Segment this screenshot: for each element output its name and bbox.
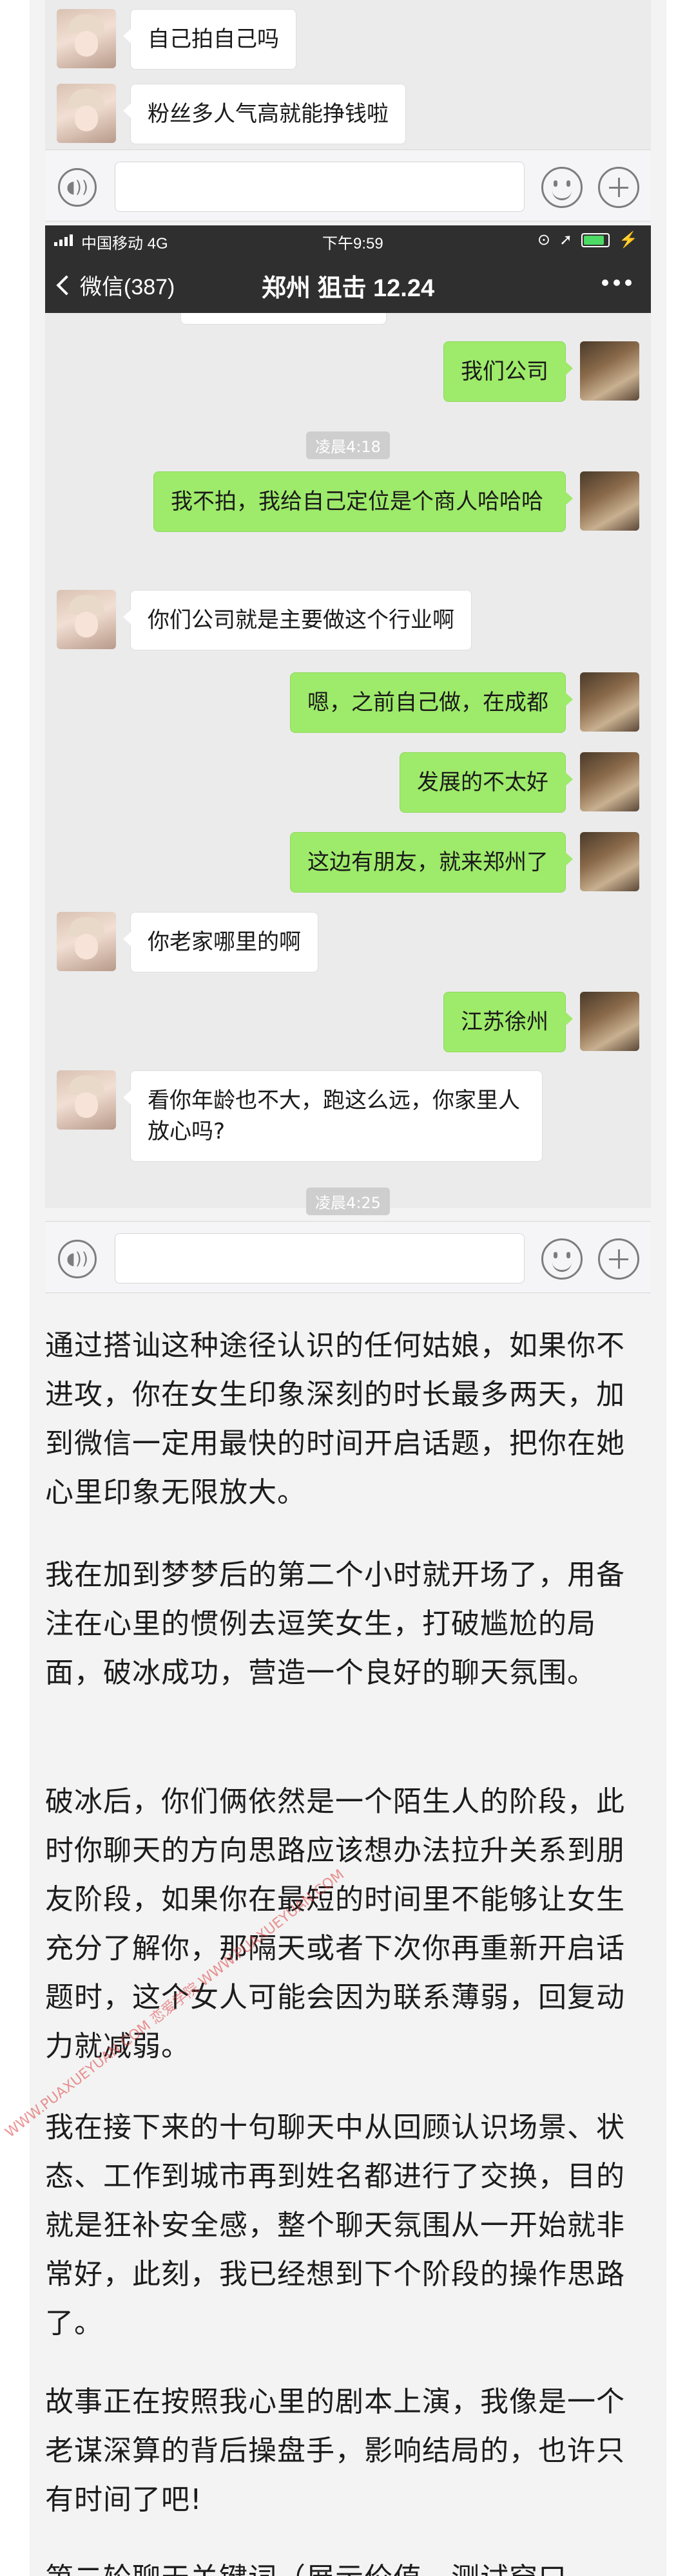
message-bubble[interactable]: 这边有朋友，就来郑州了 [290, 832, 573, 893]
clock: 下午9:59 [322, 235, 383, 252]
chat-message-right: 江苏徐州 [443, 992, 639, 1052]
chat-input-bar: ◖)) [45, 149, 651, 222]
avatar[interactable] [57, 1070, 116, 1130]
plus-icon[interactable] [598, 1238, 639, 1280]
voice-icon[interactable]: ◖)) [58, 168, 97, 207]
avatar[interactable] [57, 84, 116, 143]
chat-message-right: 嗯，之前自己做，在成都 [290, 672, 639, 733]
carrier-label: 中国移动 4G [81, 235, 168, 252]
message-bubble[interactable]: 我不拍，我给自己定位是个商人哈哈哈 [153, 471, 573, 532]
chat-title: 郑州 狙击 12.24 [261, 275, 435, 302]
avatar[interactable] [580, 341, 639, 401]
phone-status-bar: 中国移动 4G 下午9:59 ⊙ ➚ ⚡ [45, 225, 651, 254]
message-bubble[interactable]: 你们公司就是主要做这个行业啊 [123, 590, 472, 650]
emoji-icon[interactable] [541, 1238, 583, 1280]
message-bubble[interactable]: 粉丝多人气高就能挣钱啦 [123, 84, 406, 144]
main-chat-area: 我们公司 凌晨4:18 我不拍，我给自己定位是个商人哈哈哈 你们公司就是主要做这… [45, 313, 651, 1215]
message-bubble[interactable]: 自己拍自己吗 [123, 9, 296, 70]
article-paragraph: 我在接下来的十句聊天中从回顾认识场景、状态、工作到城市再到姓名都进行了交换，目的… [45, 2111, 625, 2340]
message-bubble[interactable]: 我们公司 [443, 341, 573, 402]
avatar[interactable] [580, 752, 639, 811]
message-bubble[interactable]: 江苏徐州 [443, 992, 573, 1052]
avatar[interactable] [57, 590, 116, 649]
avatar[interactable] [57, 9, 116, 68]
chat-input-bar: ◖)) [45, 1221, 651, 1293]
chat-message-right: 这边有朋友，就来郑州了 [290, 832, 639, 893]
chat-message-right: 我不拍，我给自己定位是个商人哈哈哈 [153, 471, 639, 532]
avatar[interactable] [57, 912, 116, 971]
message-input[interactable] [115, 1233, 525, 1283]
avatar[interactable] [580, 992, 639, 1051]
message-bubble[interactable]: 你老家哪里的啊 [123, 912, 318, 972]
battery-level [584, 235, 604, 245]
timestamp: 凌晨4:18 [306, 431, 390, 459]
location-icon: ➚ [559, 231, 573, 249]
article-paragraph: 第二轮聊天关键词（展示价值，测试穿口 [45, 2554, 651, 2576]
article-paragraph: 通过搭讪这种途径认识的任何姑娘，如果你不进攻，你在女生印象深刻的时长最多两天，加… [45, 1329, 625, 1509]
chat-message-left: 你老家哪里的啊 [57, 912, 318, 972]
chat-message-left: 粉丝多人气高就能挣钱啦 [57, 84, 406, 144]
article-paragraph: 我在加到梦梦后的第二个小时就开场了，用备注在心里的惯例去逗笑女生，打破尴尬的局面… [45, 1558, 625, 1689]
alarm-icon: ⊙ [537, 231, 550, 249]
charging-icon: ⚡ [619, 231, 638, 249]
chat-message-left: 自己拍自己吗 [57, 9, 296, 70]
message-bubble[interactable]: 嗯，之前自己做，在成都 [290, 672, 573, 733]
message-bubble[interactable]: 看你年龄也不大，跑这么远，你家里人放心吗? [123, 1070, 543, 1162]
chat-message-right: 发展的不太好 [400, 752, 639, 813]
more-icon[interactable] [602, 279, 632, 286]
chat-nav-bar: 微信(387) 郑州 狙击 12.24 [45, 254, 651, 313]
clipped-bubble [180, 313, 387, 325]
signal-icon [54, 233, 73, 246]
chat-message-left: 你们公司就是主要做这个行业啊 [57, 590, 472, 650]
avatar[interactable] [580, 471, 639, 531]
message-bubble[interactable]: 发展的不太好 [400, 752, 573, 813]
article-paragraph: 故事正在按照我心里的剧本上演，我像是一个老谋深算的背后操盘手，影响结局的，也许只… [45, 2385, 625, 2516]
top-chat-area: 自己拍自己吗 粉丝多人气高就能挣钱啦 [45, 0, 651, 155]
plus-icon[interactable] [598, 167, 639, 208]
battery-icon [581, 232, 610, 247]
chat-message-left: 看你年龄也不大，跑这么远，你家里人放心吗? [57, 1070, 543, 1162]
chat-message-right: 我们公司 [443, 341, 639, 402]
message-input[interactable] [115, 162, 525, 212]
avatar[interactable] [580, 832, 639, 891]
avatar[interactable] [580, 672, 639, 732]
voice-icon[interactable]: ◖)) [58, 1240, 97, 1278]
emoji-icon[interactable] [541, 167, 583, 208]
timestamp: 凌晨4:25 [306, 1188, 390, 1215]
